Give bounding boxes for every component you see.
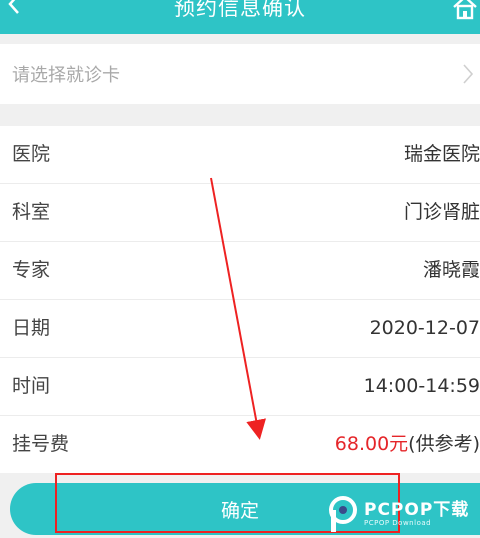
- info-label: 专家: [12, 259, 51, 281]
- info-value: 2020-12-07: [369, 317, 480, 339]
- info-row-time: 时间 14:00-14:59: [0, 358, 480, 416]
- info-label: 科室: [12, 201, 51, 223]
- top-bar: 预约信息确认: [0, 0, 480, 34]
- info-value: 瑞金医院: [403, 143, 480, 165]
- home-icon: [453, 0, 477, 20]
- info-row-department: 科室 门诊肾脏: [0, 184, 480, 242]
- confirm-button-label: 确定: [220, 499, 259, 522]
- watermark-text: PCPOP下载: [364, 499, 470, 520]
- visit-card-selector[interactable]: 请选择就诊卡: [0, 44, 480, 104]
- info-label: 挂号费: [12, 433, 70, 455]
- info-row-fee: 挂号费 68.00元(供参考): [0, 416, 480, 473]
- info-label: 时间: [12, 375, 51, 397]
- fee-value: 68.00元(供参考): [335, 416, 480, 473]
- info-value: 潘晓霞: [422, 259, 480, 281]
- info-value: 14:00-14:59: [363, 375, 480, 397]
- watermark-subtext: PCPOP Download: [364, 518, 432, 527]
- home-button[interactable]: [452, 0, 478, 20]
- visit-card-placeholder: 请选择就诊卡: [12, 65, 120, 86]
- info-row-date: 日期 2020-12-07: [0, 300, 480, 358]
- site-watermark: PCPOP下载 PCPOP Download: [328, 492, 478, 536]
- pcpop-logo-icon: [329, 496, 357, 532]
- info-row-doctor: 专家 潘晓霞: [0, 242, 480, 300]
- info-label: 医院: [12, 143, 51, 165]
- info-row-hospital: 医院 瑞金医院: [0, 126, 480, 184]
- info-value: 门诊肾脏: [403, 201, 480, 223]
- fee-note: (供参考): [408, 433, 480, 455]
- fee-price: 68.00元: [334, 433, 409, 455]
- chevron-right-icon: [463, 64, 474, 84]
- page-title: 预约信息确认: [174, 0, 306, 20]
- appointment-info-list: 医院 瑞金医院 科室 门诊肾脏 专家 潘晓霞 日期 2020-12-07 时间 …: [0, 126, 480, 473]
- info-label: 日期: [12, 317, 51, 339]
